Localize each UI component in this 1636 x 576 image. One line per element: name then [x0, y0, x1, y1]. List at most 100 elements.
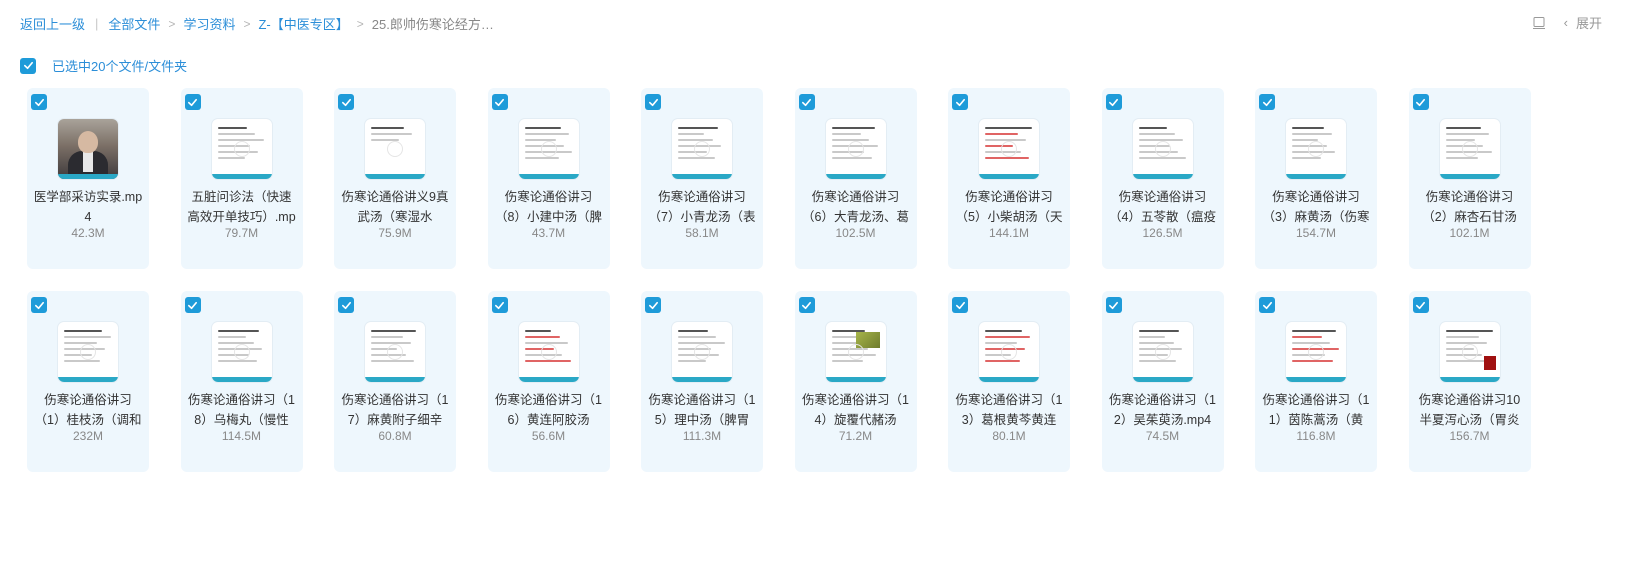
file-card[interactable]: 伤寒论通俗讲习（6）大青龙汤、葛 102.5M [794, 88, 917, 269]
file-grid: 医学部采访实录.mp4 42.3M 五脏问诊法（快速高效开单技巧）.mp4 79.7M… [27, 88, 1531, 472]
file-checkbox[interactable] [184, 297, 201, 313]
video-thumbnail [1132, 119, 1193, 179]
file-size: 79.7M [224, 226, 259, 240]
file-checkbox[interactable] [491, 94, 508, 110]
file-checkbox[interactable] [1412, 94, 1429, 110]
file-checkbox[interactable] [952, 94, 968, 110]
file-card[interactable]: 伤寒论通俗讲习（4）五苓散（瘟疫 126.5M [1101, 88, 1224, 269]
file-name: 伤寒论通俗讲习（5）小柴胡汤（天 [955, 190, 1063, 224]
file-size: 58.1M [685, 226, 719, 240]
file-checkbox[interactable] [645, 297, 661, 313]
file-name: 伤寒论通俗讲义9真武汤（寒湿水 [341, 190, 449, 224]
file-card[interactable]: 伤寒论通俗讲习（15）理中汤（脾胃 111.3M [641, 291, 763, 472]
breadcrumb-separator: > [356, 16, 364, 31]
file-checkbox[interactable] [1105, 297, 1122, 313]
breadcrumb-divider: | [95, 16, 99, 31]
top-right-controls: ‹ 展开 [1532, 13, 1602, 32]
file-size: 144.1M [988, 226, 1030, 240]
file-size: 71.2M [838, 429, 873, 443]
file-checkbox[interactable] [1105, 94, 1122, 110]
file-name: 伤寒论通俗讲习（14）旋覆代赭汤 [802, 393, 909, 427]
breadcrumb-all-files[interactable]: 全部文件 [108, 14, 160, 33]
breadcrumb-separator: > [243, 16, 251, 31]
file-checkbox[interactable] [1412, 297, 1429, 313]
video-thumbnail [211, 119, 272, 179]
file-card[interactable]: 伤寒论通俗讲习10半夏泻心汤（胃炎 156.7M [1408, 291, 1531, 472]
file-checkbox[interactable] [491, 297, 508, 313]
video-thumbnail [211, 322, 272, 382]
file-card[interactable]: 伤寒论通俗讲习（18）乌梅丸（慢性 114.5M [180, 291, 303, 472]
video-thumbnail [518, 119, 579, 179]
top-bar: 返回上一级 | 全部文件 > 学习资料 > Z-【中医专区】 > 25.郎帅伤寒… [0, 0, 1636, 46]
file-card[interactable]: 伤寒论通俗讲习（5）小柴胡汤（天 144.1M [948, 88, 1070, 269]
file-size: 126.5M [1142, 226, 1183, 240]
file-card[interactable]: 伤寒论通俗讲义9真武汤（寒湿水 75.9M [334, 88, 456, 269]
selection-bar: 已选中20个文件/文件夹 [20, 56, 187, 75]
file-card[interactable]: 伤寒论通俗讲习（1）桂枝汤（调和 232M [27, 291, 149, 472]
file-size: 111.3M [682, 429, 722, 443]
file-card[interactable]: 伤寒论通俗讲习（3）麻黄汤（伤寒 154.7M [1255, 88, 1377, 269]
file-size: 80.1M [992, 429, 1026, 443]
file-size: 102.1M [1449, 226, 1490, 240]
file-checkbox[interactable] [338, 94, 354, 110]
file-name: 伤寒论通俗讲习（11）茵陈蒿汤（黄 [1262, 393, 1370, 427]
file-name: 伤寒论通俗讲习（3）麻黄汤（伤寒 [1262, 190, 1370, 224]
file-size: 116.8M [1296, 429, 1336, 443]
file-name: 伤寒论通俗讲习（13）葛根黄芩黄连 [955, 393, 1063, 427]
file-size: 42.3M [71, 226, 105, 240]
file-name: 医学部采访实录.mp4 [33, 190, 143, 224]
file-checkbox[interactable] [645, 94, 661, 110]
file-name: 伤寒论通俗讲习（4）五苓散（瘟疫 [1109, 190, 1216, 224]
file-card[interactable]: 伤寒论通俗讲习（14）旋覆代赭汤 71.2M [794, 291, 917, 472]
document-view-icon[interactable] [1532, 16, 1546, 30]
file-checkbox[interactable] [184, 94, 201, 110]
file-checkbox[interactable] [798, 94, 815, 110]
video-thumbnail [58, 322, 118, 382]
breadcrumb-tcm-zone[interactable]: Z-【中医专区】 [258, 14, 348, 33]
video-thumbnail [365, 119, 425, 179]
file-checkbox[interactable] [31, 94, 47, 110]
file-checkbox[interactable] [952, 297, 968, 313]
file-name: 伤寒论通俗讲习（12）吴茱萸汤.mp4 [1109, 393, 1216, 427]
file-checkbox[interactable] [31, 297, 47, 313]
video-thumbnail [825, 119, 886, 179]
back-link[interactable]: 返回上一级 [20, 14, 85, 33]
file-checkbox[interactable] [798, 297, 815, 313]
file-card[interactable]: 伤寒论通俗讲习（8）小建中汤（脾 43.7M [487, 88, 610, 269]
breadcrumb: 返回上一级 | 全部文件 > 学习资料 > Z-【中医专区】 > 25.郎帅伤寒… [20, 14, 494, 33]
file-card[interactable]: 伤寒论通俗讲习（2）麻杏石甘汤 102.1M [1408, 88, 1531, 269]
file-size: 114.5M [221, 429, 262, 443]
file-card[interactable]: 伤寒论通俗讲习（17）麻黄附子细辛 60.8M [334, 291, 456, 472]
file-size: 60.8M [378, 429, 412, 443]
file-checkbox[interactable] [1259, 94, 1275, 110]
video-thumbnail [1439, 119, 1500, 179]
file-size: 75.9M [378, 226, 412, 240]
file-card[interactable]: 医学部采访实录.mp4 42.3M [27, 88, 149, 269]
file-name: 伤寒论通俗讲习（17）麻黄附子细辛 [341, 393, 449, 427]
file-checkbox[interactable] [338, 297, 354, 313]
file-card[interactable]: 五脏问诊法（快速高效开单技巧）.mp4 79.7M [180, 88, 303, 269]
breadcrumb-current-folder: 25.郎帅伤寒论经方… [371, 17, 494, 32]
file-name: 五脏问诊法（快速高效开单技巧）.mp4 [187, 190, 296, 224]
file-card[interactable]: 伤寒论通俗讲习（16）黄连阿胶汤 56.6M [487, 291, 610, 472]
file-name: 伤寒论通俗讲习（16）黄连阿胶汤 [495, 393, 602, 427]
file-card[interactable]: 伤寒论通俗讲习（7）小青龙汤（表 58.1M [641, 88, 763, 269]
video-thumbnail [365, 322, 425, 382]
file-checkbox[interactable] [1259, 297, 1275, 313]
expand-label: 展开 [1575, 16, 1602, 31]
video-thumbnail [1286, 322, 1346, 382]
breadcrumb-study-materials[interactable]: 学习资料 [183, 14, 235, 33]
file-size: 232M [72, 429, 104, 443]
video-thumbnail [979, 119, 1039, 179]
video-thumbnail [672, 119, 732, 179]
video-thumbnail [672, 322, 732, 382]
file-name: 伤寒论通俗讲习（18）乌梅丸（慢性 [188, 393, 295, 427]
file-card[interactable]: 伤寒论通俗讲习（11）茵陈蒿汤（黄 116.8M [1255, 291, 1377, 472]
video-thumbnail [825, 322, 886, 382]
file-card[interactable]: 伤寒论通俗讲习（13）葛根黄芩黄连 80.1M [948, 291, 1070, 472]
select-all-checkbox[interactable] [20, 57, 36, 74]
expand-button[interactable]: ‹ 展开 [1564, 13, 1602, 32]
file-name: 伤寒论通俗讲习（15）理中汤（脾胃 [648, 393, 756, 427]
video-thumbnail [1132, 322, 1193, 382]
file-card[interactable]: 伤寒论通俗讲习（12）吴茱萸汤.mp4 74.5M [1101, 291, 1224, 472]
